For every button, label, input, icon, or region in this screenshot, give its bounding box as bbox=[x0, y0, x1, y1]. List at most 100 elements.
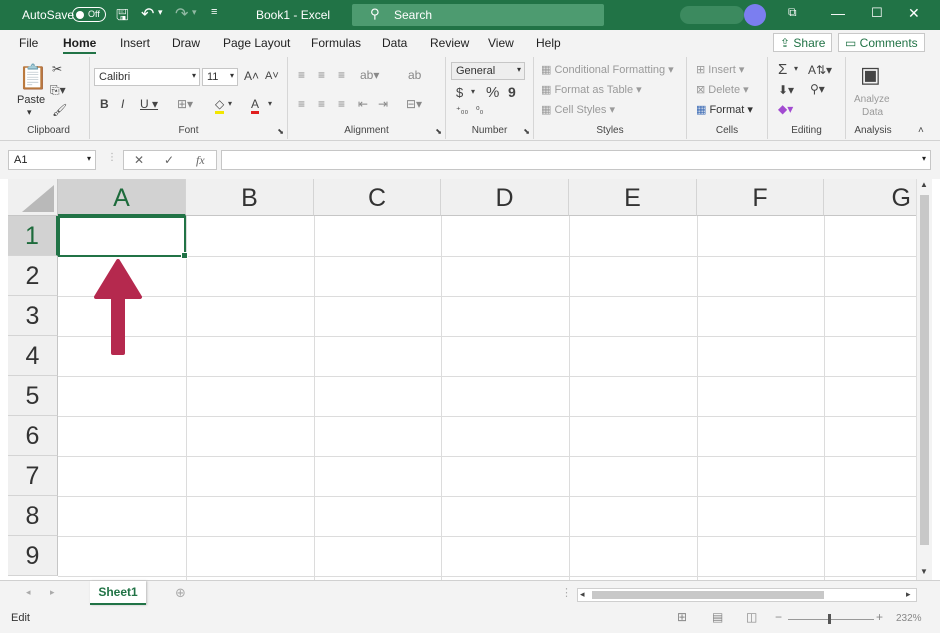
font-color-icon[interactable]: A bbox=[251, 97, 260, 114]
borders-icon[interactable]: ⊞▾ bbox=[177, 97, 193, 111]
tab-help[interactable]: Help bbox=[536, 36, 561, 50]
search-box[interactable]: ⚲ Search bbox=[352, 4, 604, 26]
tab-page-layout[interactable]: Page Layout bbox=[223, 36, 290, 50]
customize-qat-icon[interactable]: ≡ bbox=[211, 6, 217, 18]
cell-styles-button[interactable]: ▦ Cell Styles ▾ bbox=[541, 103, 615, 116]
format-painter-icon[interactable]: 🖌 bbox=[52, 103, 67, 117]
paste-label[interactable]: Paste bbox=[17, 94, 45, 106]
row-header-1[interactable]: 1 bbox=[8, 216, 58, 256]
currency-icon[interactable]: $ bbox=[456, 85, 463, 100]
clear-icon[interactable]: ◆▾ bbox=[778, 102, 793, 116]
confirm-entry-icon[interactable]: ✓ bbox=[164, 153, 174, 167]
tab-draw[interactable]: Draw bbox=[172, 36, 200, 50]
font-size-select[interactable]: 11 ▾ bbox=[202, 68, 238, 86]
vertical-scroll-thumb[interactable] bbox=[920, 195, 929, 545]
chevron-down-icon[interactable]: ▾ bbox=[228, 99, 232, 108]
italic-icon[interactable]: I bbox=[121, 97, 124, 111]
decrease-font-size-icon[interactable]: A˅ bbox=[265, 70, 279, 82]
row-header-6[interactable]: 6 bbox=[8, 416, 58, 456]
bold-icon[interactable]: B bbox=[100, 97, 109, 111]
fill-icon[interactable]: ⬇▾ bbox=[778, 83, 794, 97]
decrease-indent-icon[interactable]: ⇤ bbox=[358, 97, 368, 111]
row-header-7[interactable]: 7 bbox=[8, 456, 58, 496]
column-header-g[interactable]: G bbox=[824, 179, 916, 216]
column-header-c[interactable]: C bbox=[314, 179, 441, 216]
comments-button[interactable]: ▭ Comments bbox=[838, 33, 925, 52]
find-select-icon[interactable]: ⚲▾ bbox=[810, 82, 825, 96]
wrap-text-icon[interactable]: ab bbox=[408, 68, 421, 82]
copy-icon[interactable]: ⎘▾ bbox=[50, 83, 66, 98]
decrease-decimal-icon[interactable]: ⁰₀ bbox=[476, 105, 483, 116]
page-layout-view-icon[interactable]: ▤ bbox=[712, 610, 723, 624]
column-header-a[interactable]: A bbox=[58, 179, 186, 216]
align-left-icon[interactable]: ≡ bbox=[298, 97, 305, 111]
tab-insert[interactable]: Insert bbox=[120, 36, 150, 50]
sort-filter-icon[interactable]: A⇅▾ bbox=[808, 63, 832, 77]
scroll-up-icon[interactable]: ▲ bbox=[920, 180, 928, 189]
avatar[interactable] bbox=[744, 4, 766, 26]
undo-icon[interactable]: ↶ bbox=[141, 4, 154, 24]
redo-icon[interactable]: ↷ bbox=[175, 4, 188, 24]
formula-input[interactable]: ▾ bbox=[221, 150, 931, 170]
select-all-corner[interactable] bbox=[8, 179, 58, 216]
bottom-align-icon[interactable]: ≡ bbox=[338, 68, 345, 82]
redo-dropdown-icon[interactable]: ▾ bbox=[192, 7, 197, 18]
underline-icon[interactable]: U ▾ bbox=[140, 97, 158, 111]
scroll-right-icon[interactable]: ▸ bbox=[906, 589, 911, 600]
collapse-ribbon-icon[interactable]: ˄ bbox=[918, 125, 924, 136]
name-box[interactable]: A1 ▾ bbox=[8, 150, 96, 170]
paste-dropdown-icon[interactable]: ▾ bbox=[27, 107, 32, 118]
normal-view-icon[interactable]: ⊞ bbox=[677, 610, 687, 624]
account-name[interactable] bbox=[680, 6, 744, 24]
chevron-down-icon[interactable]: ▾ bbox=[471, 87, 475, 96]
middle-align-icon[interactable]: ≡ bbox=[318, 68, 325, 82]
increase-indent-icon[interactable]: ⇥ bbox=[378, 97, 388, 111]
page-break-preview-icon[interactable]: ◫ bbox=[746, 610, 757, 624]
save-icon[interactable]: 🖫 bbox=[116, 5, 129, 30]
maximize-icon[interactable]: ☐ bbox=[871, 5, 883, 21]
previous-sheet-icon[interactable]: ◂ bbox=[26, 587, 31, 598]
undo-dropdown-icon[interactable]: ▾ bbox=[158, 7, 163, 18]
tab-view[interactable]: View bbox=[488, 36, 514, 50]
delete-cells-button[interactable]: ⊠ Delete ▾ bbox=[696, 83, 749, 96]
autosum-icon[interactable]: Σ bbox=[778, 61, 787, 78]
scroll-left-icon[interactable]: ◂ bbox=[580, 589, 585, 600]
column-header-e[interactable]: E bbox=[569, 179, 697, 216]
tab-review[interactable]: Review bbox=[430, 36, 469, 50]
zoom-in-icon[interactable]: + bbox=[876, 610, 883, 624]
ribbon-display-options-icon[interactable]: ⧉ bbox=[788, 5, 797, 20]
format-as-table-button[interactable]: ▦ Format as Table ▾ bbox=[541, 83, 642, 96]
add-sheet-icon[interactable]: ⊕ bbox=[175, 585, 186, 601]
chevron-down-icon[interactable]: ▾ bbox=[268, 99, 272, 108]
sheet-tab-sheet1[interactable]: Sheet1 bbox=[90, 581, 146, 605]
merge-center-icon[interactable]: ⊟▾ bbox=[406, 97, 422, 111]
analyze-data-icon[interactable]: ▣ bbox=[860, 62, 881, 88]
cut-icon[interactable]: ✂ bbox=[52, 62, 62, 76]
top-align-icon[interactable]: ≡ bbox=[298, 68, 305, 82]
expand-formula-bar-icon[interactable]: ▾ bbox=[922, 154, 926, 163]
zoom-slider-handle[interactable] bbox=[828, 614, 831, 624]
row-header-8[interactable]: 8 bbox=[8, 496, 58, 536]
active-cell-a1[interactable] bbox=[58, 216, 188, 259]
number-format-select[interactable]: General ▾ bbox=[451, 62, 525, 80]
zoom-level[interactable]: 232% bbox=[896, 613, 922, 624]
dialog-launcher-icon[interactable]: ⬊ bbox=[277, 127, 284, 136]
fill-color-icon[interactable]: ◇ bbox=[215, 97, 225, 114]
horizontal-scrollbar[interactable]: ◂ ▸ bbox=[577, 588, 917, 602]
next-sheet-icon[interactable]: ▸ bbox=[50, 587, 55, 598]
increase-decimal-icon[interactable]: ⁺₀₀ bbox=[456, 105, 468, 116]
dialog-launcher-icon[interactable]: ⬊ bbox=[523, 127, 530, 136]
row-header-4[interactable]: 4 bbox=[8, 336, 58, 376]
share-button[interactable]: ⇪ Share bbox=[773, 33, 833, 52]
analyze-data-label-line2[interactable]: Data bbox=[862, 107, 883, 118]
conditional-formatting-button[interactable]: ▦ Conditional Formatting ▾ bbox=[541, 63, 674, 76]
autosave-toggle[interactable]: Off bbox=[72, 7, 106, 22]
tab-file[interactable]: File bbox=[19, 36, 38, 50]
column-header-d[interactable]: D bbox=[441, 179, 569, 216]
dialog-launcher-icon[interactable]: ⬊ bbox=[435, 127, 442, 136]
horizontal-scroll-thumb[interactable] bbox=[592, 591, 824, 599]
tab-formulas[interactable]: Formulas bbox=[311, 36, 361, 50]
scroll-down-icon[interactable]: ▼ bbox=[920, 567, 928, 576]
orientation-icon[interactable]: ab▾ bbox=[360, 68, 379, 82]
split-handle-icon[interactable]: ⋮ bbox=[561, 586, 572, 599]
